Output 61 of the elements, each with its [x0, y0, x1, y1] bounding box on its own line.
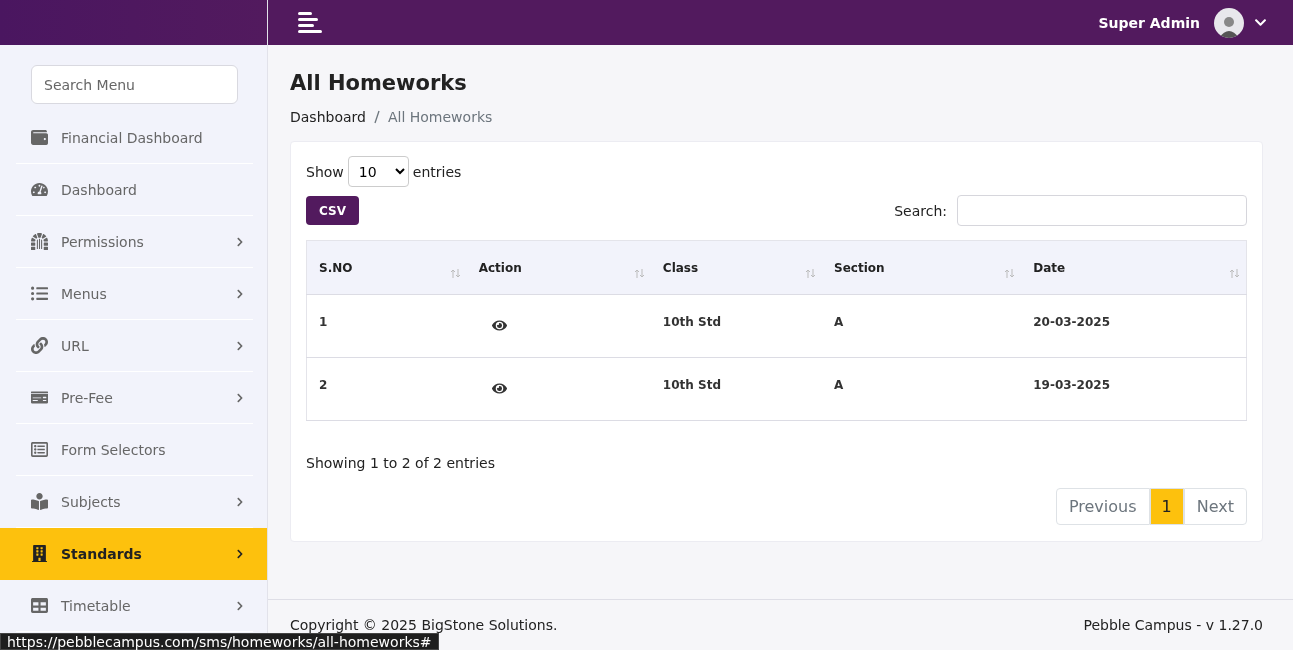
breadcrumb-item[interactable]: Dashboard — [290, 109, 366, 125]
table-icon — [31, 597, 48, 614]
table-cell: 10th Std — [650, 357, 822, 421]
avatar[interactable] — [1214, 7, 1244, 38]
sidebar-item[interactable]: Permissions — [16, 216, 253, 268]
gauge-icon — [31, 181, 48, 198]
building-icon — [31, 545, 48, 562]
entries-info: Showing 1 to 2 of 2 entries — [306, 455, 496, 471]
search-label: Search: — [894, 202, 947, 219]
sidebar-item[interactable]: Pre-Fee — [16, 372, 253, 424]
sidebar-item[interactable]: Menus — [16, 268, 253, 320]
sidebar-item[interactable]: Financial Dashboard — [16, 112, 253, 164]
link-icon — [31, 337, 48, 354]
version-text: Pebble Campus - v 1.27.0 — [1083, 617, 1263, 633]
sidebar-item[interactable]: URL — [16, 320, 253, 372]
show-label: Show — [306, 163, 344, 180]
chevron-down-icon[interactable] — [1254, 16, 1267, 29]
column-header[interactable]: Class — [650, 240, 822, 295]
page-button[interactable]: 1 — [1149, 488, 1184, 525]
column-header[interactable]: Action — [466, 240, 651, 295]
page-size-select[interactable]: 10 — [347, 156, 409, 187]
sidebar-item[interactable]: Form Selectors — [16, 424, 253, 476]
reader-icon — [31, 493, 48, 510]
card-icon — [31, 389, 48, 406]
breadcrumb-item: All Homeworks — [387, 109, 493, 125]
next-button[interactable]: Next — [1183, 488, 1247, 525]
link-preview-url: https://pebblecampus.com/sms/homeworks/all-homeworks# — [0, 633, 439, 650]
search-menu-field[interactable]: Search Menu — [31, 65, 238, 104]
wallet-icon — [31, 129, 48, 146]
gate-icon — [31, 233, 48, 250]
sort-icon — [1004, 269, 1016, 278]
table-cell: A — [822, 294, 1022, 358]
search-field[interactable] — [957, 195, 1247, 226]
table-cell: 2 — [306, 357, 467, 421]
column-header[interactable]: Date — [1021, 240, 1247, 295]
table-cell: 20-03-2025 — [1021, 294, 1247, 358]
user-name[interactable]: Super Admin — [1098, 14, 1200, 31]
table-cell: 19-03-2025 — [1021, 357, 1247, 421]
copyright-text: Copyright © 2025 BigStone Solutions. — [290, 617, 558, 633]
table-cell: 1 — [306, 294, 467, 358]
view-icon[interactable] — [491, 381, 507, 396]
column-header[interactable]: Section — [822, 240, 1022, 295]
sort-icon — [1229, 269, 1240, 278]
sidebar-item[interactable]: Dashboard — [16, 164, 253, 216]
sidebar-item[interactable]: Standards — [0, 528, 267, 580]
page-title: All Homeworks — [290, 71, 468, 95]
sort-icon — [805, 269, 816, 278]
csv-button[interactable]: CSV — [306, 196, 359, 225]
sort-icon — [633, 269, 645, 278]
sort-icon — [449, 269, 461, 278]
sidebar-item[interactable]: Timetable — [16, 580, 253, 632]
menu-icon[interactable] — [298, 11, 322, 34]
list-icon — [31, 285, 48, 302]
list-form-icon — [31, 441, 48, 458]
previous-button[interactable]: Previous — [1055, 488, 1150, 525]
entries-label: entries — [412, 163, 462, 180]
column-header[interactable]: S.NO — [306, 240, 467, 295]
breadcrumb-separator-icon — [373, 110, 380, 124]
table-cell: A — [822, 357, 1022, 421]
table-cell: 10th Std — [650, 294, 822, 358]
view-icon[interactable] — [491, 318, 507, 333]
